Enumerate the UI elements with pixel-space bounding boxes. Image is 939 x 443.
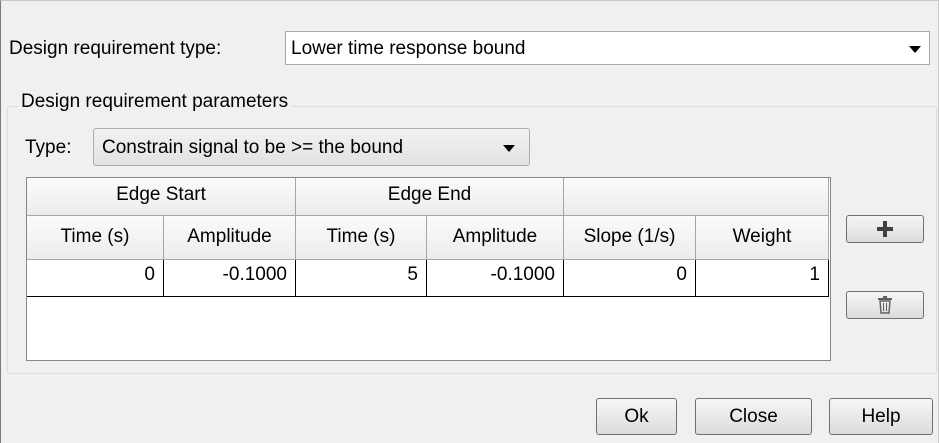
trash-icon xyxy=(878,296,892,314)
constraint-type-select[interactable]: Constrain signal to be >= the bound xyxy=(93,128,530,166)
table-cell-slope[interactable]: 0 xyxy=(564,260,696,297)
help-button[interactable]: Help xyxy=(829,398,933,435)
table-cell-end-time[interactable]: 5 xyxy=(296,260,427,297)
requirement-type-label: Design requirement type: xyxy=(9,38,222,59)
chevron-down-icon xyxy=(503,145,515,152)
column-header-end-amplitude[interactable]: Amplitude xyxy=(427,216,564,260)
table-cell-start-time[interactable]: 0 xyxy=(27,260,164,297)
column-header-start-amplitude[interactable]: Amplitude xyxy=(164,216,296,260)
constraint-type-value: Constrain signal to be >= the bound xyxy=(102,137,404,158)
column-header-weight[interactable]: Weight xyxy=(696,216,829,260)
ok-button[interactable]: Ok xyxy=(596,398,677,435)
type-label: Type: xyxy=(25,137,72,158)
delete-row-button[interactable] xyxy=(846,291,924,319)
parameters-group-title: Design requirement parameters xyxy=(18,90,292,114)
table-cell-start-amplitude[interactable]: -0.1000 xyxy=(164,260,296,297)
group-header-edge-start[interactable]: Edge Start xyxy=(27,178,296,216)
column-header-start-time[interactable]: Time (s) xyxy=(27,216,164,260)
group-header-blank xyxy=(564,178,829,216)
close-button[interactable]: Close xyxy=(695,398,812,435)
table-cell-weight[interactable]: 1 xyxy=(696,260,829,297)
add-row-button[interactable] xyxy=(846,215,924,243)
column-header-end-time[interactable]: Time (s) xyxy=(296,216,427,260)
requirement-type-select[interactable]: Lower time response bound xyxy=(285,31,930,65)
column-header-slope[interactable]: Slope (1/s) xyxy=(564,216,696,260)
chevron-down-icon xyxy=(909,46,921,53)
bound-table: Edge Start Edge End Time (s) Amplitude T… xyxy=(26,177,831,361)
group-header-edge-end[interactable]: Edge End xyxy=(296,178,564,216)
table-cell-end-amplitude[interactable]: -0.1000 xyxy=(427,260,564,297)
requirement-type-value: Lower time response bound xyxy=(291,38,526,59)
